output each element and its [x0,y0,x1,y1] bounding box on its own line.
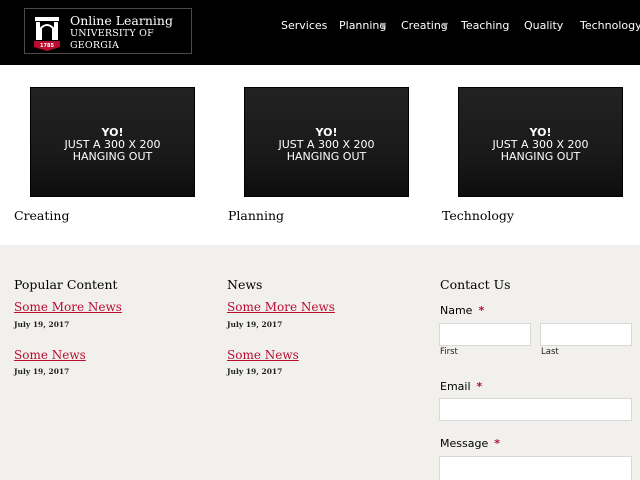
email-label-text: Email [440,380,471,393]
card-image-technology[interactable]: YO! JUST A 300 X 200 HANGING OUT [458,87,623,197]
required-marker: * [476,380,483,393]
news-heading: News [227,277,263,292]
message-label-text: Message [440,437,489,450]
card-image-planning[interactable]: YO! JUST A 300 X 200 HANGING OUT [244,87,409,197]
brand-title: Online Learning [70,13,173,28]
name-label: Name * [440,304,484,318]
card-image-creating[interactable]: YO! JUST A 300 X 200 HANGING OUT [30,87,195,197]
nav-creating[interactable]: Creating [401,19,448,33]
post-date: July 19, 2017 [14,320,70,329]
required-marker: * [478,304,485,317]
nav-quality[interactable]: Quality [524,19,563,33]
card-label-creating[interactable]: Creating [14,208,69,224]
svg-text:1785: 1785 [40,43,54,49]
last-name-input[interactable] [540,323,632,346]
first-name-input[interactable] [439,323,531,346]
post-date: July 19, 2017 [227,367,283,376]
site-logo[interactable]: 1785 Online Learning UNIVERSITY OF GEORG… [24,8,192,54]
message-textarea[interactable] [439,456,632,480]
placeholder-text: HANGING OUT [286,150,367,163]
last-sub-label: Last [541,347,559,357]
popular-content-heading: Popular Content [14,277,118,292]
card-label-technology[interactable]: Technology [442,208,514,224]
arch-seal-icon: 1785 [33,14,61,52]
nav-services[interactable]: Services [281,19,327,33]
email-label: Email * [440,380,482,394]
popular-link[interactable]: Some More News [14,300,122,315]
post-date: July 19, 2017 [14,367,70,376]
news-link[interactable]: Some News [227,348,299,363]
message-label: Message * [440,437,500,451]
email-input[interactable] [439,398,632,421]
name-label-text: Name [440,304,473,317]
chevron-down-icon[interactable]: ▼ [380,20,386,32]
post-date: July 19, 2017 [227,320,283,329]
first-sub-label: First [440,347,458,357]
featured-section: YO! JUST A 300 X 200 HANGING OUT Creatin… [0,65,640,245]
contact-heading: Contact Us [440,277,511,292]
placeholder-text: HANGING OUT [500,150,581,163]
popular-link[interactable]: Some News [14,348,86,363]
nav-teaching[interactable]: Teaching [461,19,509,33]
chevron-down-icon[interactable]: ▼ [442,20,448,32]
brand-subtitle: UNIVERSITY OF GEORGIA [70,28,154,51]
site-header: 1785 Online Learning UNIVERSITY OF GEORG… [0,0,640,65]
placeholder-text: HANGING OUT [72,150,153,163]
required-marker: * [494,437,500,450]
nav-technology[interactable]: Technology [580,19,640,33]
card-label-planning[interactable]: Planning [228,208,284,224]
news-link[interactable]: Some More News [227,300,335,315]
